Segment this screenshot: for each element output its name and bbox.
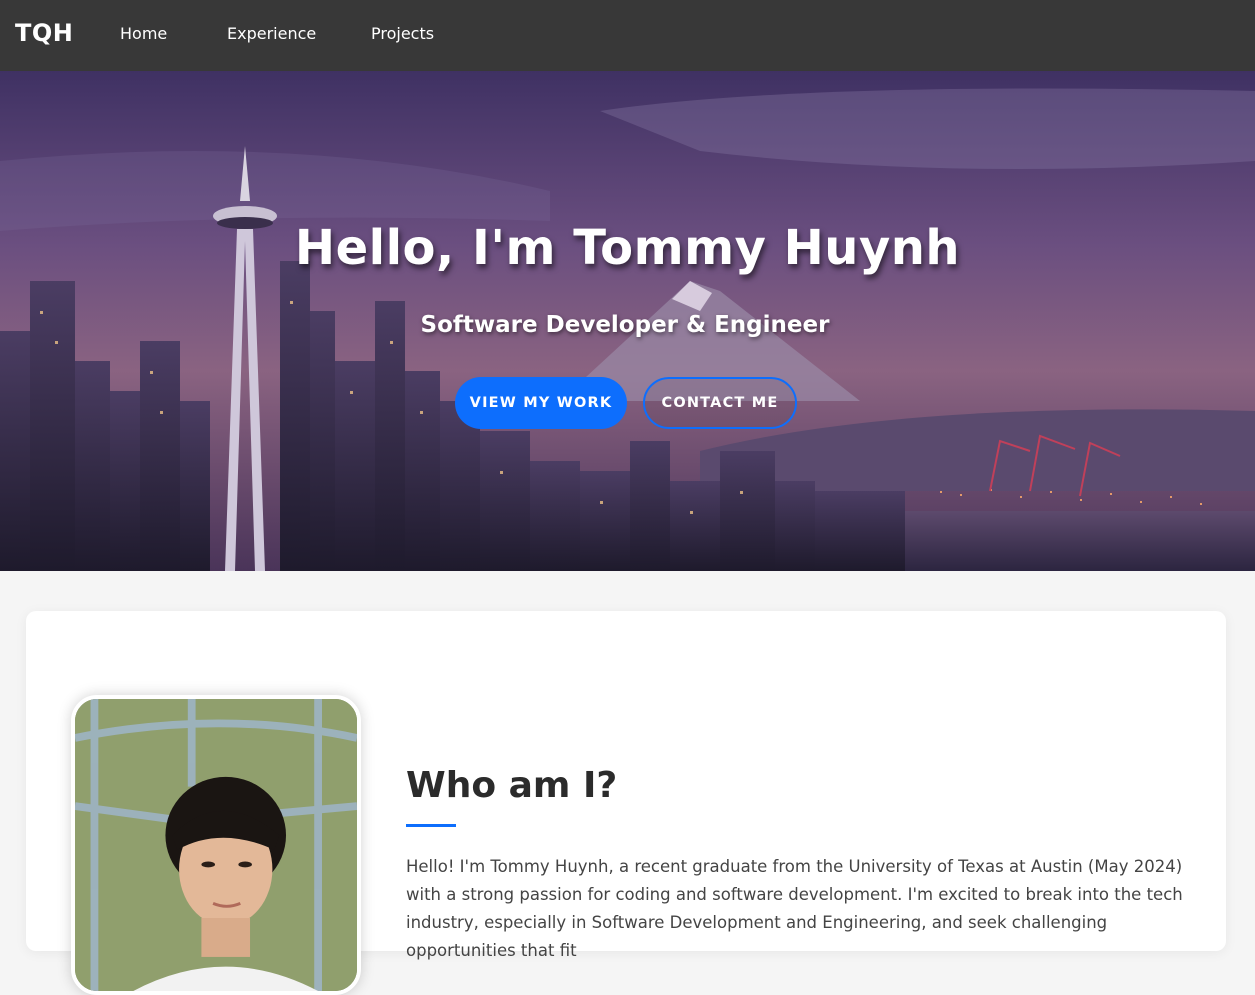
about-paragraph: Hello! I'm Tommy Huynh, a recent graduat… bbox=[406, 857, 1183, 960]
hero-subtitle: Software Developer & Engineer bbox=[420, 312, 830, 338]
heading-underline bbox=[406, 824, 456, 827]
profile-photo-image bbox=[75, 699, 357, 991]
profile-photo bbox=[71, 695, 361, 995]
about-heading: Who am I? bbox=[406, 765, 618, 806]
hero-section: Hello, I'm Tommy Huynh Software Develope… bbox=[0, 71, 1255, 571]
about-card: Who am I? Hello! I'm Tommy Huynh, a rece… bbox=[26, 611, 1226, 995]
hero-title: Hello, I'm Tommy Huynh bbox=[294, 220, 961, 276]
nav-link-experience[interactable]: Experience bbox=[227, 24, 316, 43]
nav-link-projects[interactable]: Projects bbox=[371, 24, 434, 43]
navbar: TQH Home Experience Projects bbox=[0, 0, 1255, 71]
contact-me-button[interactable]: CONTACT ME bbox=[643, 377, 797, 429]
nav-link-home[interactable]: Home bbox=[120, 24, 167, 43]
brand-logo[interactable]: TQH bbox=[15, 19, 73, 47]
view-my-work-button[interactable]: VIEW MY WORK bbox=[455, 377, 627, 429]
